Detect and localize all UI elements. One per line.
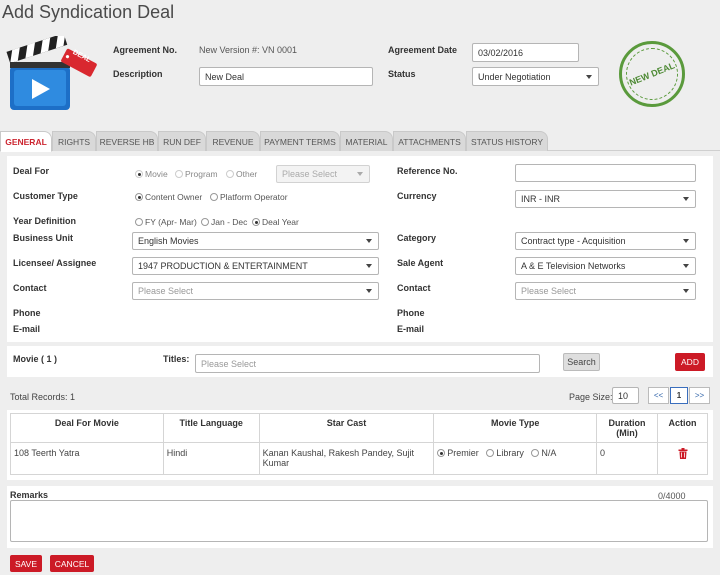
agreement-date-input[interactable]: 03/02/2016 (472, 43, 579, 62)
chevron-down-icon (586, 74, 592, 79)
chevron-down-icon (683, 197, 689, 201)
col-star-cast: Star Cast (258, 413, 435, 443)
new-deal-stamp: NEW DEAL (619, 41, 685, 107)
category-label: Category (397, 233, 437, 243)
sale-agent-label: Sale Agent (397, 258, 444, 268)
col-duration: Duration (Min) (596, 413, 658, 443)
customer-type-content-owner-radio[interactable]: Content Owner (135, 192, 202, 202)
tab-bar: General Rights Reverse HB Run Def Revenu… (0, 131, 720, 152)
customer-type-label: Customer Type (13, 191, 78, 201)
tab-revenue[interactable]: Revenue (206, 131, 260, 151)
col-deal-for-movie: Deal For Movie (10, 413, 164, 443)
currency-select[interactable]: INR - INR (515, 190, 696, 208)
table-header-row: Deal For Movie Title Language Star Cast … (10, 413, 708, 443)
movie-type-premier-radio[interactable]: Premier (437, 448, 479, 458)
status-select[interactable]: Under Negotiation (472, 67, 599, 86)
reference-no-label: Reference No. (397, 166, 458, 176)
movie-table: Deal For Movie Title Language Star Cast … (10, 413, 708, 475)
titles-input[interactable]: Please Select (195, 354, 540, 373)
trash-icon[interactable] (678, 448, 688, 461)
clapperboard-logo-icon: DEAL (6, 33, 98, 114)
total-records: Total Records: 1 (10, 392, 76, 402)
deal-for-label: Deal For (13, 166, 50, 176)
year-def-jan-dec-radio[interactable]: Jan - Dec (201, 217, 247, 227)
tab-status-history[interactable]: Status History (466, 131, 548, 151)
licensee-select[interactable]: 1947 PRODUCTION & ENTERTAINMENT (132, 257, 379, 275)
remarks-label: Remarks (10, 490, 49, 500)
movie-count-label: Movie ( 1 ) (13, 354, 58, 364)
contact-left-label: Contact (13, 283, 47, 293)
pager-page-1[interactable]: 1 (670, 387, 688, 404)
cell-star-cast: Kanan Kaushal, Rakesh Pandey, Sujit Kuma… (258, 442, 435, 475)
deal-for-other-radio[interactable]: Other (226, 169, 257, 179)
year-definition-label: Year Definition (13, 216, 77, 226)
agreement-no-label: Agreement No. (113, 45, 178, 55)
deal-for-movie-radio[interactable]: Movie (135, 169, 168, 179)
email-right-label: E-mail (397, 324, 425, 334)
titles-label: Titles: (163, 354, 190, 364)
tab-reverse-hb[interactable]: Reverse HB (96, 131, 158, 151)
pager-prev-button[interactable]: << (648, 387, 669, 404)
table-row: 108 Teerth Yatra Hindi Kanan Kaushal, Ra… (10, 442, 708, 475)
contact-left-select[interactable]: Please Select (132, 282, 379, 300)
cell-movie-type: Premier Library N/A (433, 442, 598, 475)
agreement-no-value: New Version #: VN 0001 (199, 45, 298, 55)
phone-left-label: Phone (13, 308, 41, 318)
search-button[interactable]: Search (563, 353, 600, 371)
chevron-down-icon (366, 239, 372, 243)
reference-no-input[interactable] (515, 164, 696, 182)
email-left-label: E-mail (13, 324, 41, 334)
page-size-label: Page Size: (569, 392, 613, 402)
chevron-down-icon (357, 172, 363, 176)
chevron-down-icon (683, 264, 689, 268)
cell-duration: 0 (596, 442, 658, 475)
deal-for-program-radio[interactable]: Program (175, 169, 218, 179)
chevron-down-icon (366, 289, 372, 293)
description-label: Description (113, 69, 163, 79)
col-title-language: Title Language (162, 413, 260, 443)
licensee-label: Licensee/ Assignee (13, 258, 97, 268)
tab-material[interactable]: Material (340, 131, 393, 151)
col-movie-type: Movie Type (433, 413, 598, 443)
contact-right-label: Contact (397, 283, 431, 293)
tab-payment-terms[interactable]: Payment Terms (260, 131, 340, 151)
business-unit-label: Business Unit (13, 233, 74, 243)
tab-attachments[interactable]: Attachments (393, 131, 466, 151)
tab-rights[interactable]: Rights (52, 131, 96, 151)
col-action: Action (657, 413, 708, 443)
year-def-fy-radio[interactable]: FY (Apr- Mar) (135, 217, 197, 227)
remarks-textarea[interactable] (10, 500, 708, 542)
agreement-date-label: Agreement Date (388, 45, 458, 55)
pager-next-button[interactable]: >> (689, 387, 710, 404)
page-size-input[interactable]: 10 (612, 387, 639, 404)
year-def-deal-year-radio[interactable]: Deal Year (252, 217, 299, 227)
description-input[interactable]: New Deal (199, 67, 373, 86)
cell-language: Hindi (162, 442, 260, 475)
business-unit-select[interactable]: English Movies (132, 232, 379, 250)
contact-right-select[interactable]: Please Select (515, 282, 696, 300)
phone-right-label: Phone (397, 308, 425, 318)
chevron-down-icon (683, 239, 689, 243)
cancel-button[interactable]: CANCEL (50, 555, 94, 572)
category-select[interactable]: Contract type - Acquisition (515, 232, 696, 250)
add-title-button[interactable]: ADD (675, 353, 705, 371)
tab-run-def[interactable]: Run Def (158, 131, 206, 151)
chevron-down-icon (683, 289, 689, 293)
customer-type-platform-operator-radio[interactable]: Platform Operator (210, 192, 288, 202)
movie-type-library-radio[interactable]: Library (486, 448, 524, 458)
cell-action (657, 442, 708, 475)
movie-type-na-radio[interactable]: N/A (531, 448, 556, 458)
stamp-text: NEW DEAL (627, 60, 677, 88)
page-title: Add Syndication Deal (2, 2, 175, 22)
status-label: Status (388, 69, 416, 79)
sale-agent-select[interactable]: A & E Television Networks (515, 257, 696, 275)
currency-label: Currency (397, 191, 437, 201)
deal-for-other-select[interactable]: Please Select (276, 165, 370, 183)
save-button[interactable]: SAVE (10, 555, 42, 572)
chevron-down-icon (366, 264, 372, 268)
cell-movie: 108 Teerth Yatra (10, 442, 164, 475)
tab-general[interactable]: General (0, 131, 52, 152)
